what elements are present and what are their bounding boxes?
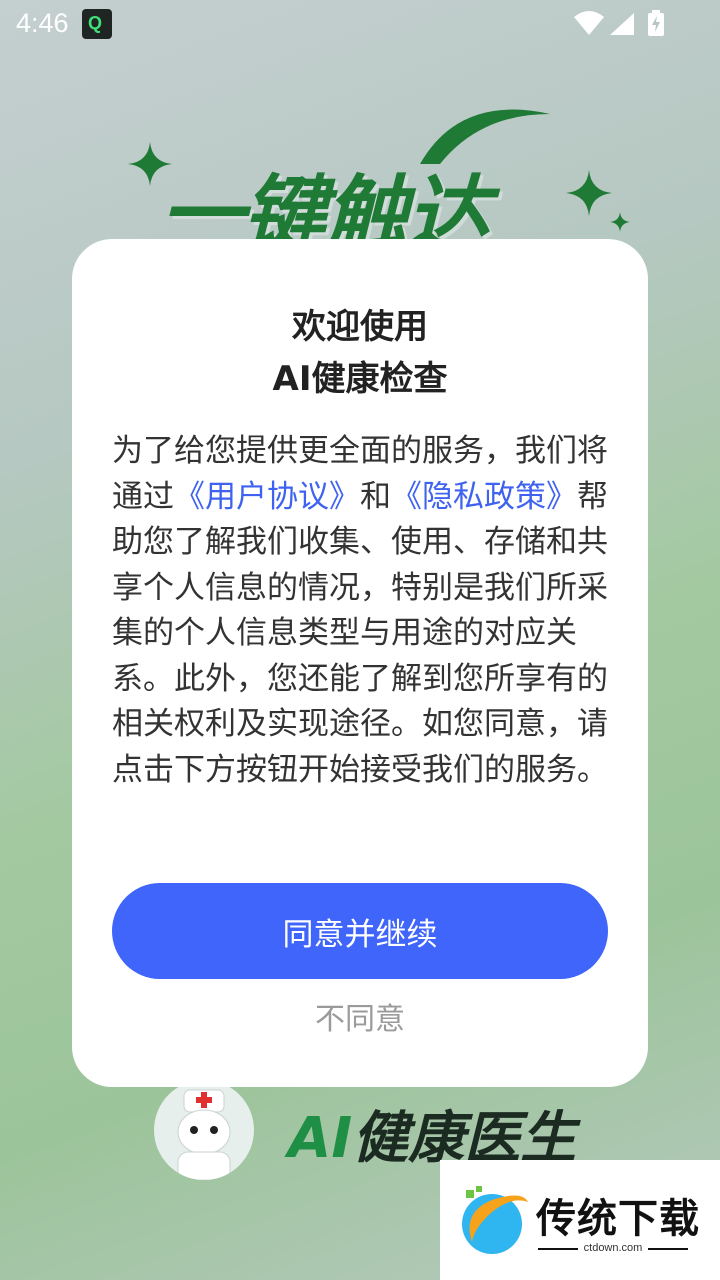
dialog-title: 欢迎使用 AI健康检查 — [72, 301, 648, 405]
watermark: 传统下载 ctdown.com — [440, 1160, 720, 1280]
status-bar: 4:46 Q — [0, 0, 720, 48]
agree-button[interactable]: 同意并继续 — [112, 883, 608, 979]
dialog-title-line2: AI健康检查 — [272, 359, 448, 399]
privacy-policy-link[interactable]: 《隐私政策》 — [391, 479, 577, 515]
ctdown-logo-icon — [462, 1186, 528, 1254]
app-logo-icon: Q — [82, 9, 112, 39]
dialog-title-line1: 欢迎使用 — [292, 307, 428, 347]
divider — [648, 1248, 688, 1250]
body-text: 和 — [360, 478, 391, 515]
watermark-title: 传统下载 — [536, 1196, 700, 1242]
dialog-body: 为了给您提供更全面的服务，我们将通过《用户协议》和《隐私政策》帮助您了解我们收集… — [112, 429, 612, 793]
privacy-dialog: 欢迎使用 AI健康检查 为了给您提供更全面的服务，我们将通过《用户协议》和《隐私… — [72, 239, 648, 1087]
signal-icon — [610, 13, 634, 35]
hero-banner: 一键触达 — [0, 90, 720, 264]
sparkle-icon — [610, 212, 630, 232]
nurse-mascot — [154, 1080, 254, 1180]
sparkle-icon — [566, 170, 612, 216]
wifi-icon — [574, 11, 604, 35]
body-text: 帮助您了解我们收集、使用、存储和共享个人信息的情况，特别是我们所采集的个人信息类… — [112, 478, 608, 788]
brand-ai: AI — [288, 1106, 353, 1171]
status-time: 4:46 — [16, 8, 69, 38]
disagree-button[interactable]: 不同意 — [72, 995, 648, 1045]
user-agreement-link[interactable]: 《用户协议》 — [174, 479, 360, 515]
battery-charging-icon — [648, 10, 664, 36]
